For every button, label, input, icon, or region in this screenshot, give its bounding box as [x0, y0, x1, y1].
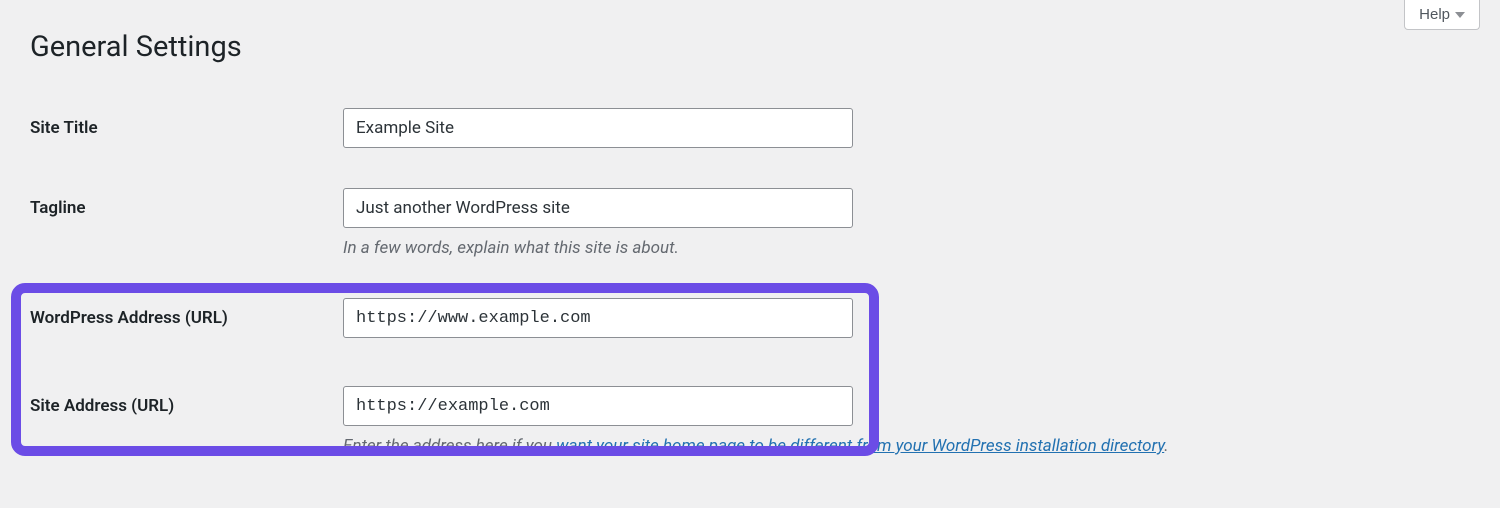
site-url-desc-link[interactable]: want your site home page to be different…: [556, 436, 1164, 456]
help-button[interactable]: Help: [1404, 0, 1480, 30]
settings-form: Site Title Tagline In a few words, expla…: [0, 84, 1500, 456]
site-url-desc-prefix: Enter the address here if you: [343, 436, 556, 456]
site-url-input[interactable]: [343, 386, 853, 426]
tagline-row: Tagline In a few words, explain what thi…: [0, 164, 1500, 258]
chevron-down-icon: [1455, 12, 1465, 18]
site-title-field-wrap: [343, 108, 1500, 148]
site-title-input[interactable]: [343, 108, 853, 148]
site-url-desc-suffix: .: [1164, 436, 1168, 456]
tagline-label: Tagline: [30, 188, 343, 218]
site-url-field-wrap: Enter the address here if you want your …: [343, 386, 1500, 456]
help-label: Help: [1419, 6, 1450, 23]
tagline-field-wrap: In a few words, explain what this site i…: [343, 188, 1500, 258]
tagline-input[interactable]: [343, 188, 853, 228]
site-title-row: Site Title: [0, 84, 1500, 148]
site-url-description: Enter the address here if you want your …: [343, 436, 1500, 456]
site-url-row: Site Address (URL) Enter the address her…: [0, 376, 1500, 456]
wp-url-field-wrap: [343, 298, 1500, 338]
site-title-label: Site Title: [30, 108, 343, 138]
wp-url-input[interactable]: [343, 298, 853, 338]
site-url-label: Site Address (URL): [30, 386, 343, 416]
wp-url-row: WordPress Address (URL): [0, 274, 1500, 338]
tagline-description: In a few words, explain what this site i…: [343, 238, 1500, 258]
wp-url-label: WordPress Address (URL): [30, 298, 343, 328]
page-title: General Settings: [0, 0, 1500, 84]
